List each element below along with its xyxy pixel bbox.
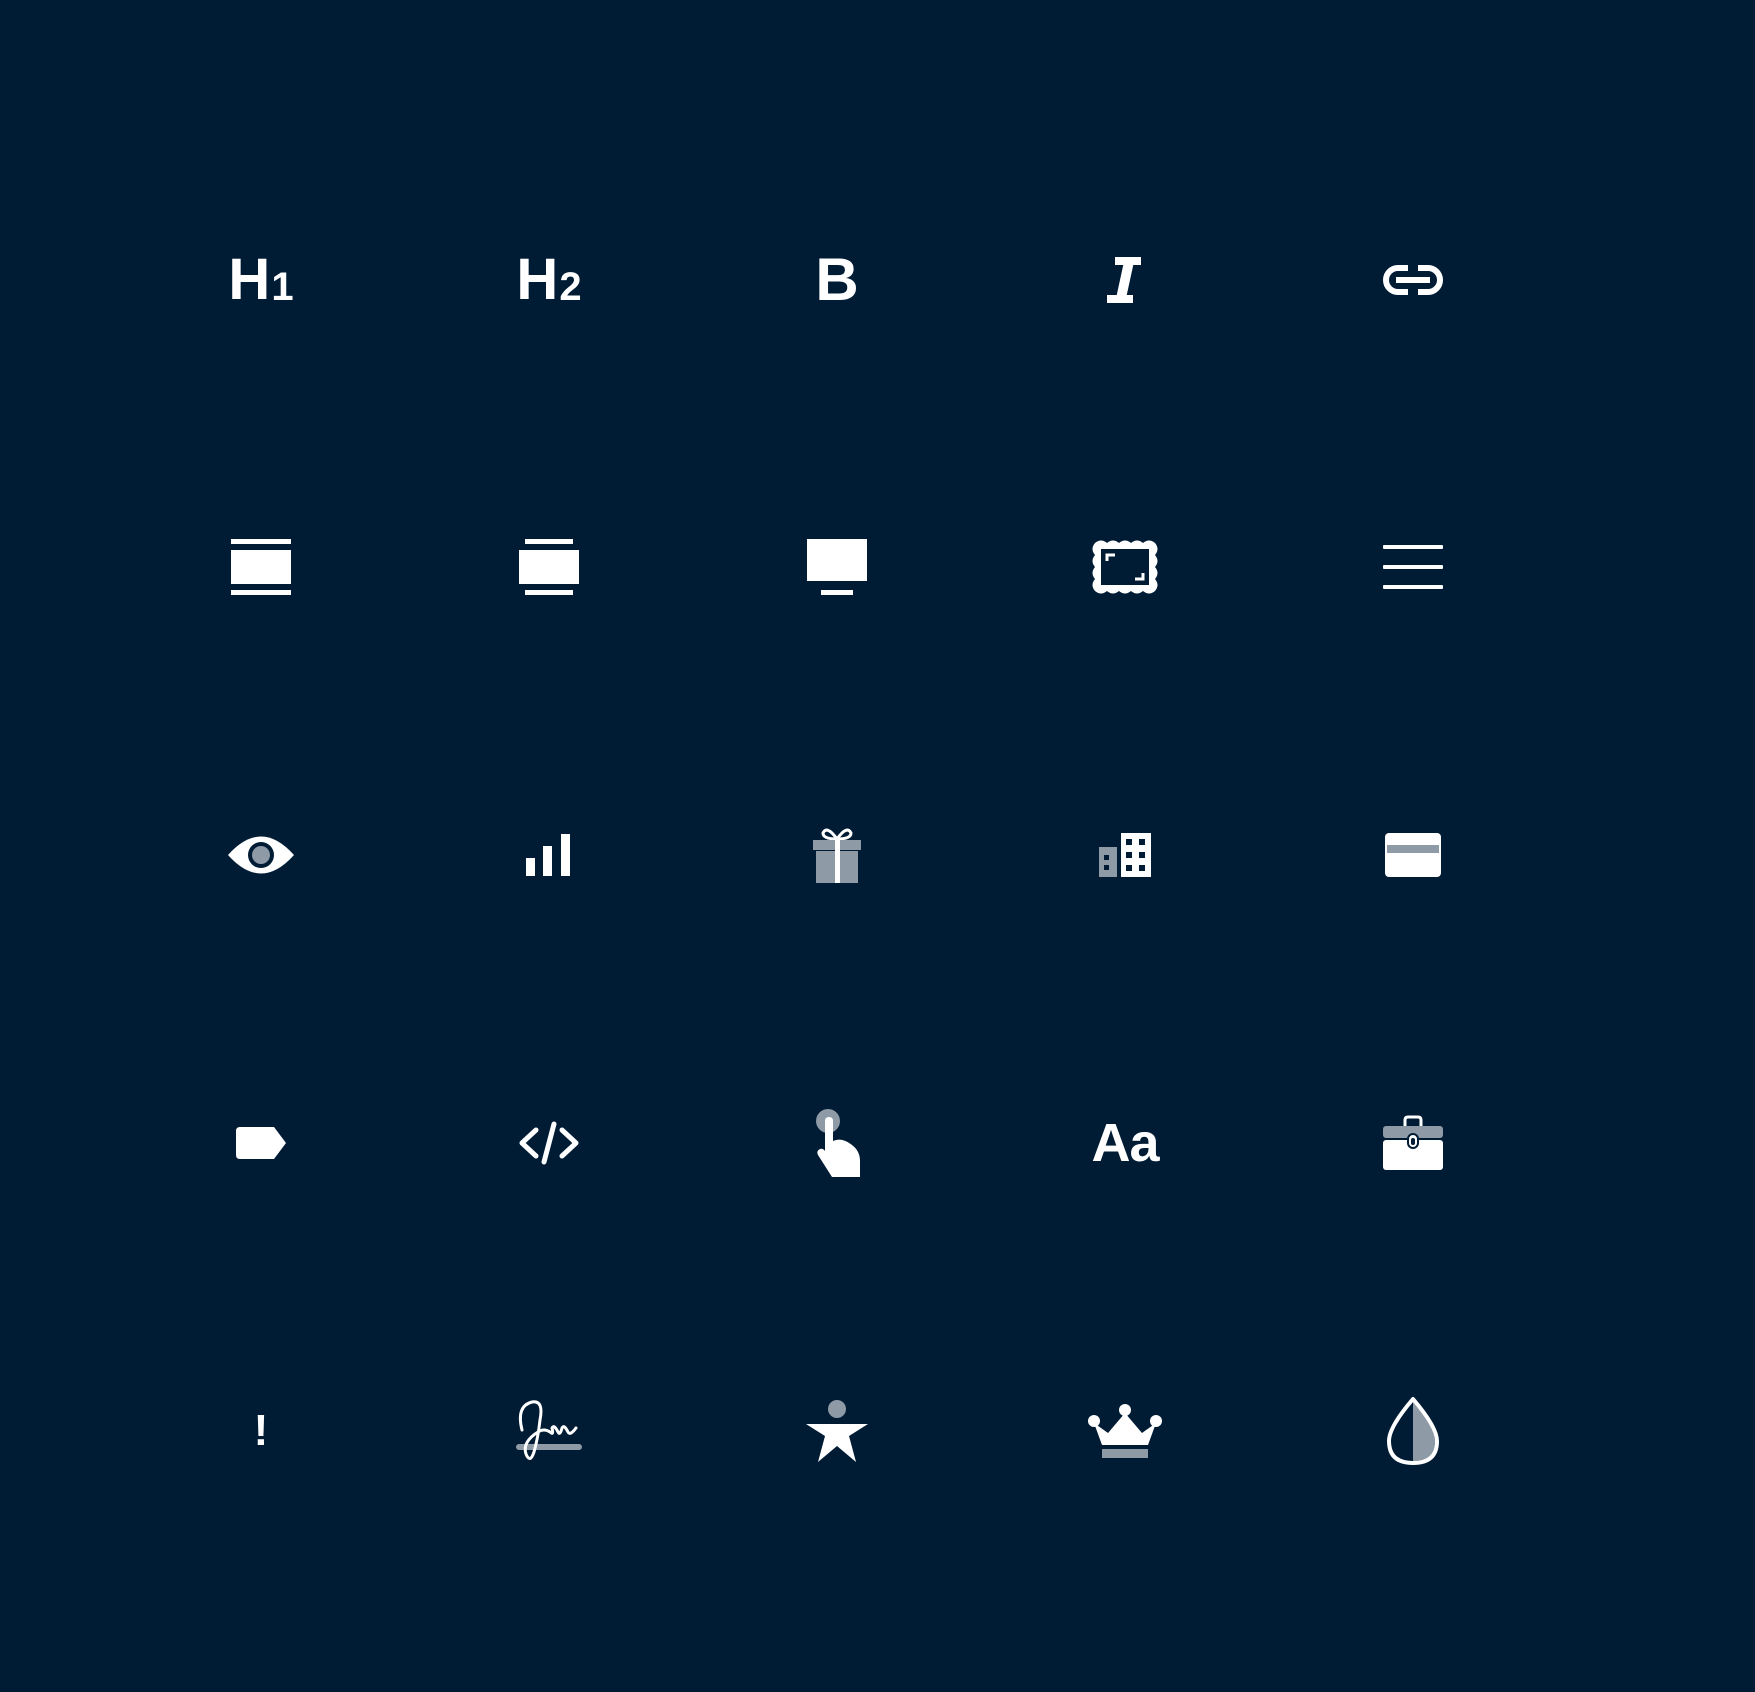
tag-svg	[236, 1127, 286, 1159]
gift-icon[interactable]	[747, 765, 927, 945]
eye-icon[interactable]	[171, 765, 351, 945]
layout-full-width-icon[interactable]	[171, 477, 351, 657]
credit-card-svg	[1385, 833, 1441, 877]
menu-lines-icon[interactable]	[1323, 477, 1503, 657]
exclamation-glyph: !	[253, 1406, 269, 1455]
heading-2-main-glyph: H	[516, 247, 559, 312]
water-drop-icon[interactable]	[1323, 1341, 1503, 1521]
crown-svg	[1088, 1404, 1162, 1458]
heading-1-sub-glyph: 1	[271, 265, 294, 309]
briefcase-icon[interactable]	[1323, 1053, 1503, 1233]
layout-contained-svg	[519, 539, 579, 595]
bold-icon[interactable]: B	[747, 190, 927, 370]
accessibility-star-icon[interactable]	[747, 1341, 927, 1521]
italic-svg	[1107, 257, 1141, 303]
bold-glyph: B	[815, 246, 859, 313]
icon-grid: H1 H2 B Aa !	[0, 0, 1755, 1692]
exclamation-icon[interactable]: !	[171, 1341, 351, 1521]
gift-svg	[813, 828, 861, 883]
code-svg	[519, 1121, 579, 1165]
display-monitor-icon[interactable]	[747, 477, 927, 657]
bar-chart-icon[interactable]	[459, 765, 639, 945]
typography-glyph: Aa	[1091, 1113, 1159, 1173]
menu-lines-svg	[1383, 545, 1443, 589]
bar-chart-svg	[526, 834, 570, 876]
building-icon[interactable]	[1035, 765, 1215, 945]
credit-card-icon[interactable]	[1323, 765, 1503, 945]
heading-1-icon[interactable]: H1	[171, 190, 351, 370]
typography-icon[interactable]: Aa	[1035, 1053, 1215, 1233]
layout-contained-icon[interactable]	[459, 477, 639, 657]
accessibility-star-svg	[806, 1400, 868, 1462]
tag-icon[interactable]	[171, 1053, 351, 1233]
framed-image-svg	[1092, 540, 1158, 594]
signature-svg	[516, 1400, 582, 1460]
link-icon[interactable]	[1323, 190, 1503, 370]
framed-image-icon[interactable]	[1035, 477, 1215, 657]
heading-1-main-glyph: H	[228, 247, 271, 312]
heading-2-icon[interactable]: H2	[459, 190, 639, 370]
display-monitor-svg	[807, 539, 867, 595]
signature-icon[interactable]	[459, 1341, 639, 1521]
water-drop-svg	[1387, 1397, 1439, 1465]
tap-pointer-icon[interactable]	[747, 1053, 927, 1233]
layout-full-width-svg	[231, 539, 291, 595]
link-svg	[1383, 265, 1443, 295]
italic-icon[interactable]	[1035, 190, 1215, 370]
building-svg	[1099, 833, 1151, 877]
code-icon[interactable]	[459, 1053, 639, 1233]
heading-2-sub-glyph: 2	[559, 265, 582, 309]
tap-pointer-svg	[816, 1109, 860, 1177]
eye-svg	[228, 836, 294, 874]
crown-icon[interactable]	[1035, 1341, 1215, 1521]
briefcase-svg	[1383, 1115, 1443, 1170]
